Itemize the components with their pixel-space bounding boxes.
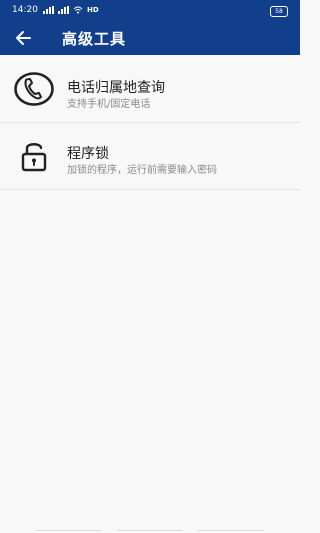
- advanced-tools-screen: 14:20 HD 58 高级工具 电话归属地查询 支持手机/固定电话 程序锁 加…: [0, 0, 300, 533]
- item-subtitle: 加锁的程序，运行前需要输入密码: [67, 165, 217, 176]
- app-bar: 高级工具: [0, 22, 300, 55]
- network-label: HD: [87, 6, 99, 14]
- battery-indicator: 58: [270, 6, 288, 17]
- item-title: 程序锁: [67, 146, 109, 162]
- item-title: 电话归属地查询: [67, 80, 165, 96]
- item-subtitle: 支持手机/固定电话: [67, 99, 151, 110]
- navigation-bar: [0, 527, 300, 533]
- back-button[interactable]: [15, 29, 33, 47]
- list-item-phone-location-query[interactable]: 电话归属地查询 支持手机/固定电话: [0, 56, 300, 123]
- status-icons: HD: [43, 6, 99, 14]
- nav-segment: [117, 530, 183, 531]
- lock-icon: [21, 143, 47, 172]
- phone-icon: [14, 72, 54, 106]
- wifi-icon: [73, 6, 83, 14]
- page-title: 高级工具: [62, 30, 127, 48]
- status-time: 14:20: [12, 5, 38, 15]
- arrow-left-icon: [16, 31, 31, 45]
- nav-segment: [198, 530, 264, 531]
- signal-icon: [43, 6, 54, 14]
- nav-segment: [36, 530, 102, 531]
- list-item-app-lock[interactable]: 程序锁 加锁的程序，运行前需要输入密码: [0, 123, 300, 190]
- status-bar: 14:20 HD 58: [0, 0, 300, 22]
- signal-icon: [58, 6, 69, 14]
